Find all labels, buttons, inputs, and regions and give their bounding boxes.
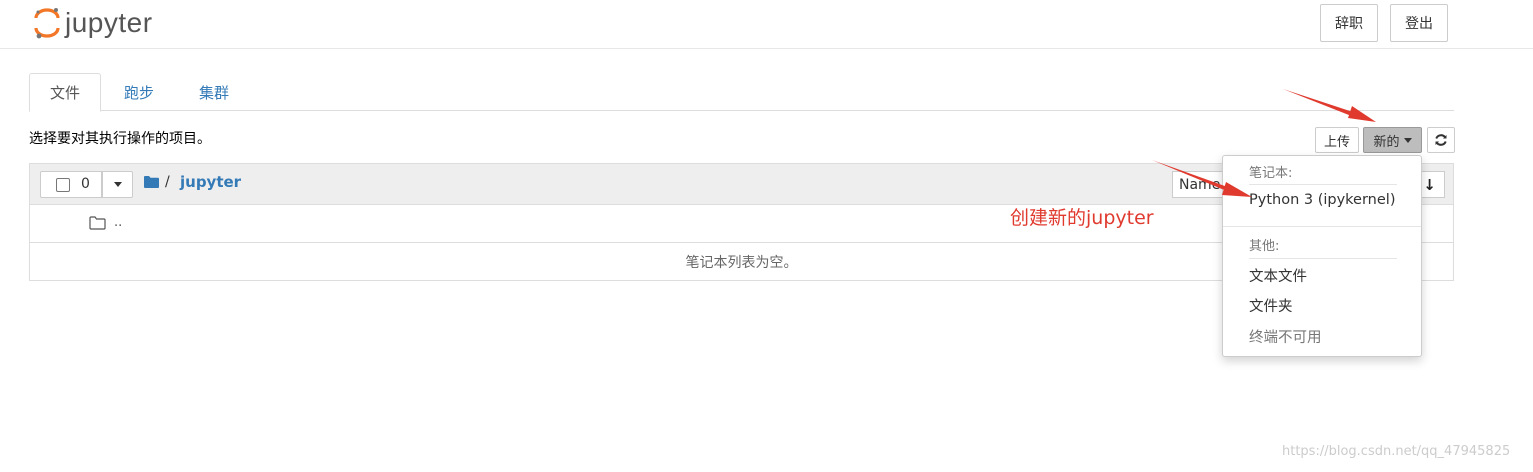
new-button-label: 新的	[1373, 134, 1400, 150]
menu-item-text-file[interactable]: 文本文件	[1249, 265, 1307, 286]
folder-outline-icon	[89, 216, 106, 230]
upload-button[interactable]: 上传	[1315, 127, 1359, 153]
path-separator: /	[165, 174, 170, 190]
menu-rule	[1249, 184, 1397, 185]
select-all-box[interactable]: 0	[40, 171, 102, 198]
jupyter-logo-icon	[34, 8, 60, 39]
refresh-icon	[1435, 134, 1447, 146]
menu-header-other: 其他:	[1249, 239, 1280, 254]
parent-dir-link[interactable]: ..	[114, 215, 122, 230]
top-header: jupyter 辞职 登出	[0, 0, 1533, 49]
logo-text: jupyter	[65, 7, 153, 38]
menu-rule	[1249, 258, 1397, 259]
tab-running[interactable]: 跑步	[119, 73, 159, 111]
refresh-button[interactable]	[1427, 127, 1455, 153]
menu-item-python3-kernel[interactable]: Python 3 (ipykernel)	[1249, 192, 1395, 208]
caret-down-icon	[1403, 137, 1412, 143]
menu-item-terminal-unavailable: 终端不可用	[1249, 330, 1322, 346]
selected-count: 0	[81, 176, 90, 192]
menu-header-notebook: 笔记本:	[1249, 166, 1293, 181]
menu-item-folder[interactable]: 文件夹	[1249, 295, 1293, 316]
breadcrumb-jupyter[interactable]: jupyter	[180, 173, 241, 191]
select-all-checkbox[interactable]	[56, 178, 70, 192]
menu-divider	[1223, 226, 1421, 227]
new-dropdown-button[interactable]: 新的	[1363, 127, 1422, 153]
tab-clusters[interactable]: 集群	[194, 73, 234, 111]
folder-icon	[144, 176, 159, 188]
annotation-text: 创建新的jupyter	[1010, 207, 1154, 229]
instructions-text: 选择要对其执行操作的项目。	[29, 131, 211, 147]
jupyter-logo[interactable]: jupyter	[33, 4, 153, 42]
main-tabs: 文件 跑步 集群	[29, 73, 1454, 112]
logout-button[interactable]: 登出	[1390, 4, 1448, 42]
tab-files[interactable]: 文件	[29, 73, 101, 112]
watermark-text: https://blog.csdn.net/qq_47945825	[1282, 444, 1511, 459]
quit-button[interactable]: 辞职	[1320, 4, 1378, 42]
new-dropdown-menu: 笔记本: Python 3 (ipykernel) 其他: 文本文件 文件夹 终…	[1222, 155, 1422, 357]
caret-down-icon	[113, 182, 122, 187]
arrow-down-icon: ↓	[1423, 175, 1436, 194]
select-menu-button[interactable]	[102, 171, 133, 198]
